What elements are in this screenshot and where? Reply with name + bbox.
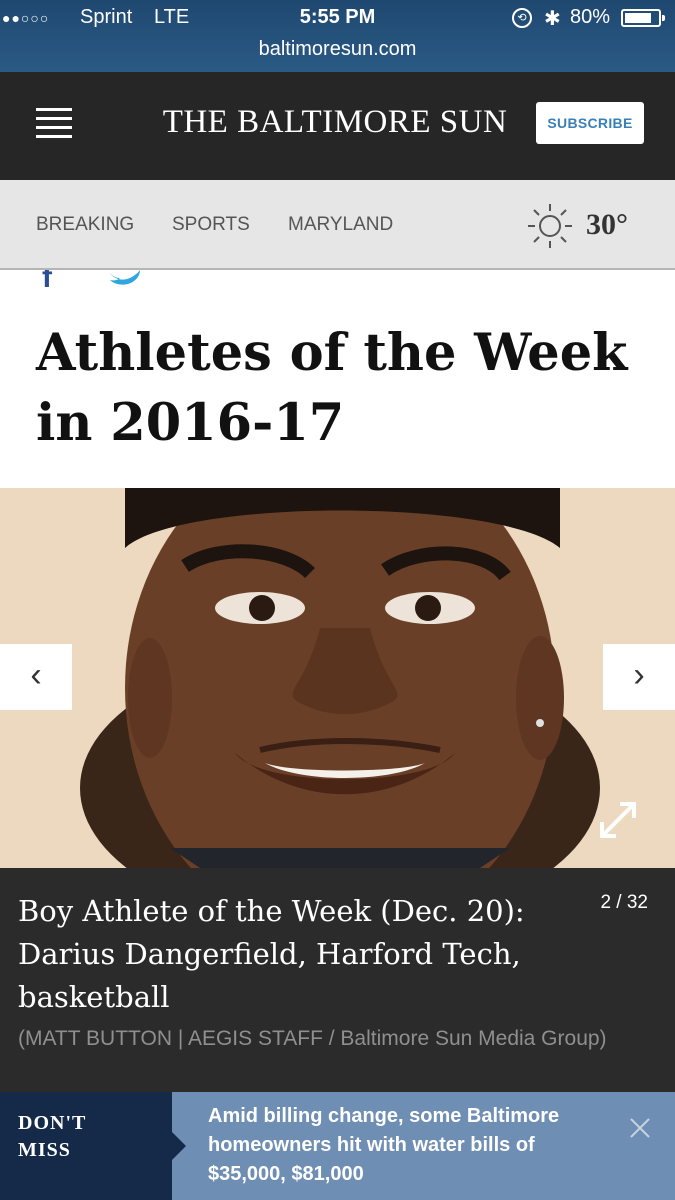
facebook-icon[interactable]: f xyxy=(42,270,56,290)
battery-nub xyxy=(662,15,665,21)
site-header: THE BALTIMORE SUN SUBSCRIBE xyxy=(0,72,675,180)
expand-fullscreen-icon[interactable] xyxy=(596,798,640,842)
photo-caption: Boy Athlete of the Week (Dec. 20): Dariu… xyxy=(18,894,525,1014)
twitter-icon[interactable] xyxy=(106,270,142,286)
dont-miss-label-line2: MISS xyxy=(18,1139,71,1161)
photo-credit: (MATT BUTTON | AEGIS STAFF / Baltimore S… xyxy=(18,1027,607,1050)
dont-miss-arrow xyxy=(172,1132,186,1160)
site-logo[interactable]: THE BALTIMORE SUN xyxy=(150,104,520,141)
battery-percentage: 80% xyxy=(570,6,611,28)
hamburger-menu-icon[interactable] xyxy=(36,108,72,138)
dont-miss-label: DON'T MISS xyxy=(0,1092,172,1200)
previous-slide-button[interactable]: ‹ xyxy=(0,644,72,710)
dont-miss-label-line1: DON'T xyxy=(18,1112,87,1134)
sun-icon[interactable] xyxy=(526,203,574,249)
status-bar: ●●○○○ Sprint LTE 5:55 PM ⟲ ✱ 80% baltimo… xyxy=(0,0,675,72)
gallery-title: Athletes of the Week in 2016-17 xyxy=(36,323,628,453)
next-slide-button[interactable]: › xyxy=(603,644,675,710)
dont-miss-headline[interactable]: Amid billing change, some Baltimore home… xyxy=(208,1102,608,1189)
photo-caption-panel: Boy Athlete of the Week (Dec. 20): Dariu… xyxy=(0,868,675,1092)
nav-item-breaking[interactable]: BREAKING xyxy=(36,214,134,236)
gallery-photo[interactable] xyxy=(0,488,675,868)
close-icon[interactable] xyxy=(628,1116,652,1140)
dont-miss-story[interactable]: Amid billing change, some Baltimore home… xyxy=(172,1092,675,1200)
battery-level xyxy=(625,13,651,23)
rotation-lock-icon: ⟲ xyxy=(512,8,532,28)
slide-counter: 2 / 32 xyxy=(600,892,648,913)
subscribe-button[interactable]: SUBSCRIBE xyxy=(536,102,644,144)
address-bar-url[interactable]: baltimoresun.com xyxy=(0,38,675,61)
battery-icon xyxy=(621,9,661,27)
bluetooth-icon: ✱ xyxy=(544,8,561,30)
nav-item-maryland[interactable]: MARYLAND xyxy=(288,214,393,236)
nav-item-sports[interactable]: SPORTS xyxy=(172,214,250,236)
weather-temperature[interactable]: 30° xyxy=(586,208,628,242)
athlete-portrait-image xyxy=(0,488,675,868)
